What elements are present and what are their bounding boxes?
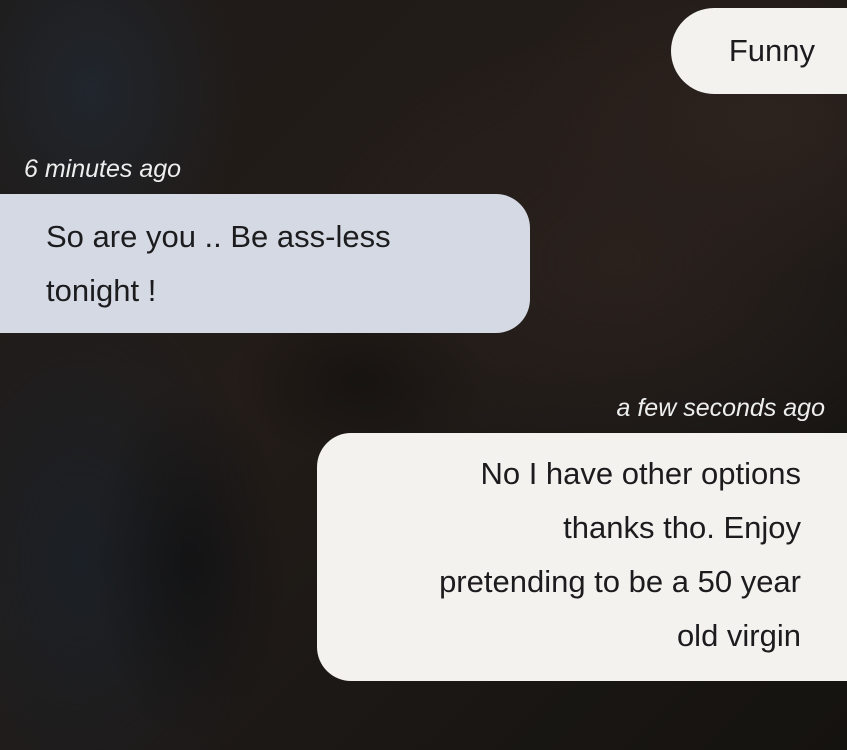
message-text: Funny: [728, 33, 815, 68]
message-text: old virgin: [676, 618, 801, 653]
message-text: tonight !: [46, 273, 157, 308]
message-text: pretending to be a 50 year: [439, 564, 801, 599]
message-text: thanks tho. Enjoy: [563, 510, 801, 545]
message-text: So are you .. Be ass-less: [46, 219, 391, 254]
message-timestamp: 6 minutes ago: [24, 155, 182, 183]
message-timestamp: a few seconds ago: [616, 394, 825, 422]
sent-message-bubble[interactable]: Funny: [671, 8, 847, 94]
received-message-bubble[interactable]: So are you .. Be ass-less tonight !: [0, 194, 530, 333]
message-text: No I have other options: [480, 456, 801, 491]
sent-message-bubble[interactable]: No I have other options thanks tho. Enjo…: [317, 433, 847, 681]
